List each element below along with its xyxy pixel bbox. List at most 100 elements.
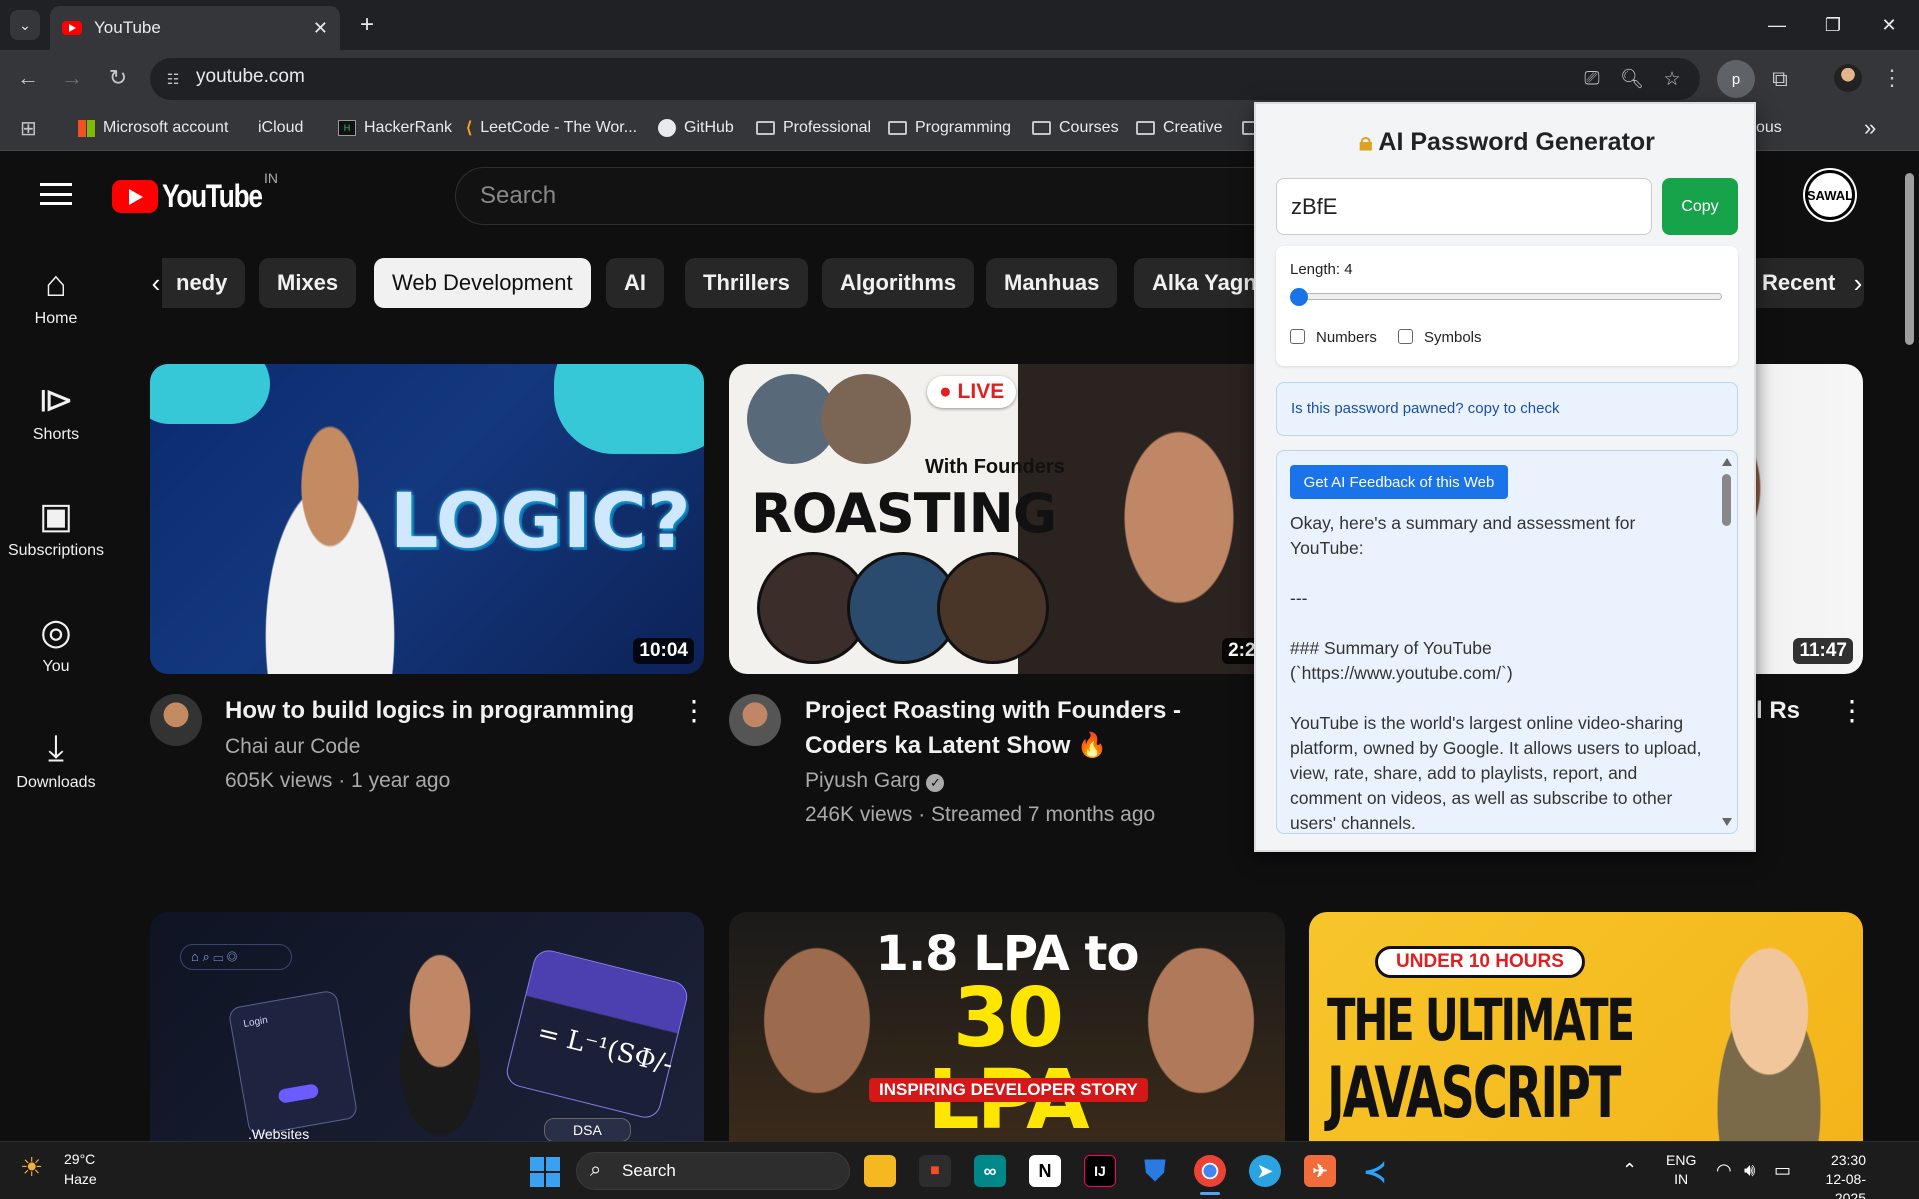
page-scrollbar[interactable] bbox=[1900, 151, 1919, 1141]
install-app-icon[interactable]: ⎚ bbox=[1578, 66, 1606, 92]
channel-avatar[interactable] bbox=[729, 694, 781, 746]
video-thumbnail[interactable]: UNDER 10 HOURS THE ULTIMATE JAVASCRIPT bbox=[1309, 912, 1863, 1141]
sidebar-item-home[interactable]: ⌂ Home bbox=[0, 262, 112, 328]
bookmark-folder-programming[interactable]: Programming bbox=[888, 114, 1011, 142]
new-tab-button[interactable]: + bbox=[352, 10, 382, 40]
video-title[interactable]: l Rs bbox=[1756, 694, 1800, 728]
tab-search-button[interactable]: ⌄ bbox=[10, 10, 40, 40]
extensions-puzzle-icon[interactable]: ⧉ bbox=[1763, 62, 1797, 96]
password-field[interactable]: zBfE bbox=[1276, 178, 1652, 235]
video-thumbnail[interactable]: ⌂ ⌕ ▭ ◎ Login = L⁻¹(SΦ/- .Websites DSA bbox=[150, 912, 704, 1141]
chip-manhuas[interactable]: Manhuas bbox=[986, 258, 1118, 308]
password-extension-icon[interactable]: p bbox=[1717, 60, 1755, 98]
postman-icon[interactable]: ✈ bbox=[1304, 1155, 1336, 1187]
bookmark-microsoft[interactable]: Microsoft account bbox=[78, 114, 228, 142]
volume-icon[interactable]: 🔊︎ bbox=[1744, 1160, 1755, 1181]
windows-start-icon[interactable] bbox=[530, 1157, 560, 1187]
site-info-icon[interactable]: ☷ bbox=[162, 68, 184, 90]
chip-thrillers[interactable]: Thrillers bbox=[685, 258, 808, 308]
length-slider[interactable] bbox=[1296, 293, 1722, 300]
more-actions-icon[interactable]: ⋮ bbox=[680, 694, 708, 727]
chrome-icon[interactable] bbox=[1194, 1155, 1226, 1187]
chip-algorithms[interactable]: Algorithms bbox=[822, 258, 975, 308]
pawned-check-link[interactable]: Is this password pawned? copy to check bbox=[1276, 382, 1738, 436]
browser-menu-icon[interactable]: ⋮ bbox=[1878, 62, 1906, 94]
wifi-icon[interactable]: ◠ bbox=[1716, 1160, 1732, 1181]
bookmark-folder-courses[interactable]: Courses bbox=[1032, 114, 1119, 142]
restore-button[interactable]: ❐ bbox=[1813, 10, 1853, 40]
sidebar-item-subscriptions[interactable]: ▣ Subscriptions bbox=[0, 494, 112, 560]
account-avatar[interactable]: SAWAL bbox=[1805, 170, 1855, 220]
defender-shield-icon[interactable]: ⛊ bbox=[1139, 1155, 1171, 1187]
file-explorer-icon[interactable] bbox=[864, 1155, 896, 1187]
youtube-logo[interactable]: YouTube bbox=[112, 178, 284, 215]
symbols-checkbox[interactable] bbox=[1398, 329, 1413, 344]
intellij-icon[interactable]: IJ bbox=[1084, 1155, 1116, 1187]
bookmark-star-icon[interactable]: ☆ bbox=[1658, 66, 1686, 92]
chip-ai[interactable]: AI bbox=[606, 258, 664, 308]
bookmark-leetcode[interactable]: ⟨ LeetCode - The Wor... bbox=[466, 114, 637, 142]
ai-feedback-button[interactable]: Get AI Feedback of this Web bbox=[1290, 465, 1508, 499]
url-text[interactable]: youtube.com bbox=[196, 66, 305, 88]
clock[interactable]: 23:30 12-08-2025 bbox=[1808, 1151, 1866, 1199]
scroll-thumb[interactable] bbox=[1722, 474, 1731, 526]
microsoft-store-icon[interactable]: ■ bbox=[919, 1155, 951, 1187]
bookmark-github[interactable]: GitHub bbox=[658, 114, 734, 142]
video-thumbnail[interactable]: 1.8 LPA to 30 LPA INSPIRING DEVELOPER ST… bbox=[729, 912, 1285, 1141]
numbers-checkbox[interactable] bbox=[1290, 329, 1305, 344]
video-thumbnail[interactable]: LOGIC? 10:04 bbox=[150, 364, 704, 674]
sidebar-item-downloads[interactable]: ⤓ Downloads bbox=[0, 726, 112, 792]
browser-tab[interactable]: YouTube ✕ bbox=[50, 6, 340, 50]
guide-menu-button[interactable] bbox=[40, 183, 72, 205]
sidebar-item-you[interactable]: ◎ You bbox=[0, 610, 112, 676]
battery-icon[interactable]: ▭ bbox=[1774, 1160, 1791, 1181]
forward-button[interactable]: → bbox=[58, 64, 86, 92]
language-indicator[interactable]: ENG IN bbox=[1666, 1151, 1696, 1189]
video-thumbnail[interactable]: ● LIVE With Founders ROASTING 2:25:3 bbox=[729, 364, 1285, 674]
tray-overflow-icon[interactable]: ⌃ bbox=[1622, 1160, 1637, 1181]
folder-icon bbox=[1032, 121, 1051, 135]
chip-comedy[interactable]: nedy bbox=[162, 258, 246, 308]
channel-name[interactable]: Piyush Garg ✓ bbox=[805, 764, 945, 798]
notion-icon[interactable]: N bbox=[1029, 1155, 1061, 1187]
copy-button[interactable]: Copy bbox=[1662, 178, 1738, 235]
video-title-line1[interactable]: Project Roasting with Founders - bbox=[805, 694, 1181, 728]
taskbar-search-box[interactable] bbox=[576, 1152, 850, 1190]
video-title-line2[interactable]: Coders ka Latent Show 🔥 bbox=[805, 729, 1107, 763]
length-slider-thumb[interactable] bbox=[1290, 288, 1308, 306]
sidebar-item-shorts[interactable]: ⧐ Shorts bbox=[0, 378, 112, 444]
chip-mixes[interactable]: Mixes bbox=[259, 258, 357, 308]
bookmark-folder-professional[interactable]: Professional bbox=[756, 114, 871, 142]
back-button[interactable]: ← bbox=[14, 64, 42, 92]
vscode-icon[interactable]: ≺ bbox=[1359, 1155, 1391, 1187]
scroll-up-icon[interactable] bbox=[1722, 458, 1732, 466]
chips-scroll-right-icon[interactable]: › bbox=[1838, 263, 1878, 303]
scroll-down-icon[interactable] bbox=[1722, 818, 1732, 826]
profile-avatar[interactable] bbox=[1834, 64, 1862, 92]
weather-condition[interactable]: Haze bbox=[64, 1171, 97, 1187]
bookmark-hackerrank[interactable]: H HackerRank bbox=[338, 114, 452, 142]
zoom-icon[interactable]: 🔍︎ bbox=[1618, 66, 1646, 92]
arduino-icon[interactable]: ∞ bbox=[974, 1155, 1006, 1187]
chip-web-development[interactable]: Web Development bbox=[374, 258, 591, 308]
reload-button[interactable]: ↻ bbox=[104, 64, 132, 92]
channel-avatar[interactable] bbox=[150, 694, 202, 746]
bookmarks-overflow-icon[interactable]: » bbox=[1864, 114, 1876, 142]
ai-panel-scrollbar[interactable] bbox=[1718, 452, 1736, 832]
video-title[interactable]: How to build logics in programming bbox=[225, 694, 634, 728]
search-input[interactable] bbox=[455, 167, 1265, 225]
bookmark-folder-creative[interactable]: Creative bbox=[1136, 114, 1223, 142]
close-tab-icon[interactable]: ✕ bbox=[313, 18, 328, 39]
address-bar[interactable] bbox=[150, 58, 1700, 100]
bookmark-icloud[interactable]: iCloud bbox=[250, 114, 303, 142]
close-window-button[interactable]: ✕ bbox=[1869, 10, 1909, 40]
apps-grid-icon[interactable]: ⊞ bbox=[20, 114, 37, 142]
telegram-icon[interactable]: ➤ bbox=[1249, 1155, 1281, 1187]
weather-icon[interactable]: ☀ bbox=[20, 1152, 56, 1182]
bookmark-overflow-label[interactable]: ous bbox=[1756, 114, 1782, 142]
chip-alka-yagnik[interactable]: Alka Yagni bbox=[1134, 258, 1254, 308]
minimize-button[interactable]: — bbox=[1757, 10, 1797, 40]
temperature[interactable]: 29°C bbox=[64, 1151, 95, 1167]
more-actions-icon[interactable]: ⋮ bbox=[1838, 694, 1866, 727]
channel-name[interactable]: Chai aur Code bbox=[225, 730, 360, 764]
